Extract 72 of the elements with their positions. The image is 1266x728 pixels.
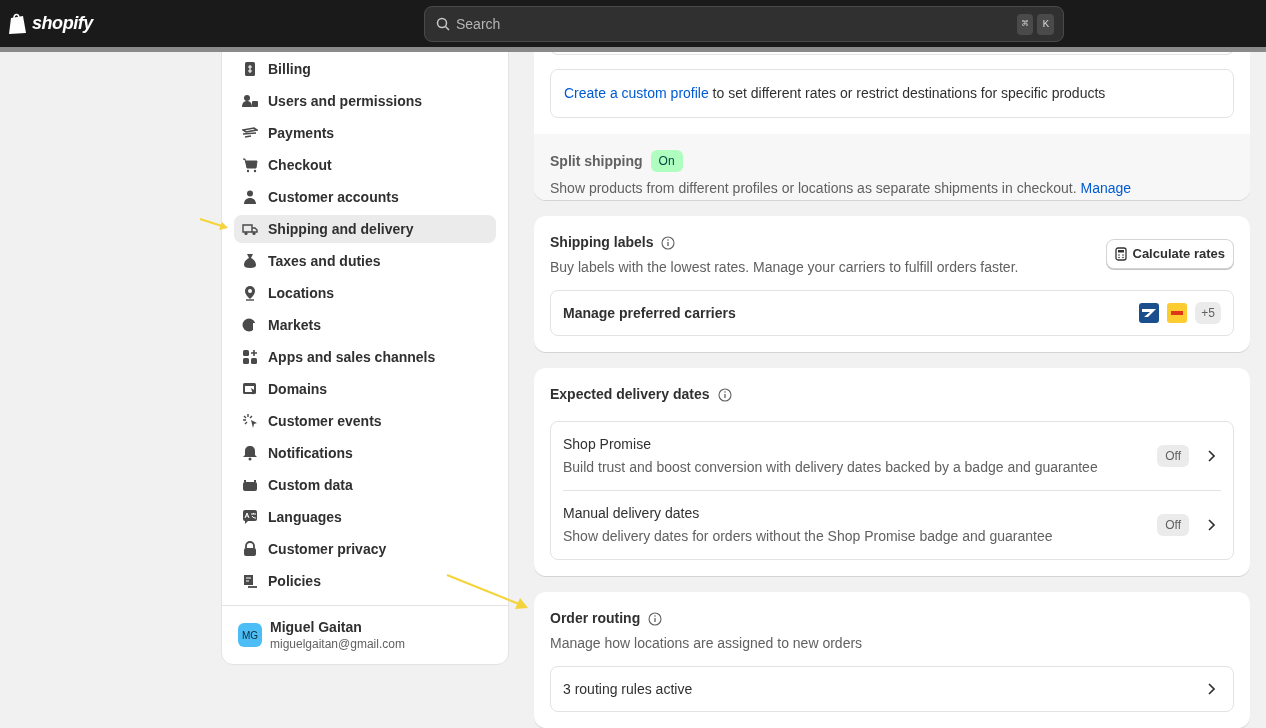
sidebar-item[interactable]: Shipping and delivery <box>234 215 496 243</box>
user-avatar: MG <box>238 623 262 647</box>
section-title: Split shipping <box>550 151 643 171</box>
status-badge: Off <box>1157 514 1189 536</box>
sidebar-item[interactable]: Customer accounts <box>234 183 496 211</box>
money-bag-icon <box>242 253 258 269</box>
person-icon <box>242 189 258 205</box>
status-badge: On <box>650 150 683 172</box>
split-shipping-description: Show products from different profiles or locations as separate shipments in checkout. Manage <box>550 179 1133 198</box>
delivery-option-row[interactable]: Manual delivery dates Show delivery dates for orders without the Shop Promise badge and guarantee Off <box>563 490 1221 559</box>
shortcut-key: K <box>1037 14 1054 35</box>
sidebar-item[interactable]: Customer privacy <box>234 535 496 563</box>
info-icon <box>661 235 676 250</box>
row-title: Manual delivery dates <box>563 504 701 523</box>
carriers-row[interactable]: Manage preferred carriers +5 <box>550 290 1234 336</box>
browser-icon <box>242 381 258 397</box>
sidebar-item[interactable]: Users and permissions <box>234 87 496 115</box>
sidebar-item[interactable]: Notifications <box>234 439 496 467</box>
calculate-rates-button[interactable]: Calculate rates <box>1105 239 1234 269</box>
status-badge: Off <box>1157 445 1189 467</box>
sidebar-item[interactable]: Taxes and duties <box>234 247 496 275</box>
user-name: Miguel Gaitan <box>270 618 363 636</box>
manage-link[interactable]: Manage <box>1080 180 1132 196</box>
sidebar-item[interactable]: Apps and sales channels <box>234 343 496 371</box>
section-title: Order routing <box>550 609 641 628</box>
apps-icon <box>242 349 258 365</box>
row-title: Shop Promise <box>563 435 652 454</box>
row-description: Build trust and boost conversion with delivery dates backed by a badge and guarantee <box>563 458 1098 477</box>
sidebar-item[interactable]: Markets <box>234 311 496 339</box>
create-profile-link[interactable]: Create a custom profile <box>564 85 709 101</box>
info-icon <box>648 611 663 626</box>
translate-icon <box>242 509 258 525</box>
section-description: Manage how locations are assigned to new orders <box>550 634 864 653</box>
bag-logo-icon <box>8 12 28 35</box>
search-icon <box>436 17 450 31</box>
cursor-click-icon <box>242 413 258 429</box>
database-icon <box>242 477 258 493</box>
section-title: Shipping labels <box>550 233 654 252</box>
sidebar-item[interactable]: Domains <box>234 375 496 403</box>
chevron-right-icon <box>1207 450 1215 462</box>
row-label: 3 routing rules active <box>563 679 693 699</box>
row-description: Show delivery dates for orders without the Shop Promise badge and guarantee <box>563 527 1053 546</box>
sidebar-item[interactable]: Billing <box>234 55 496 83</box>
more-count: +5 <box>1195 302 1221 324</box>
sidebar-item[interactable]: Customer events <box>234 407 496 435</box>
custom-profile-text: Create a custom profile to set different rates or restrict destinations for specific products <box>564 84 1107 103</box>
bell-icon <box>242 445 258 461</box>
sidebar-item[interactable]: Checkout <box>234 151 496 179</box>
delivery-option-row[interactable]: Shop Promise Build trust and boost conversion with delivery dates backed by a badge and guarantee Off <box>563 422 1221 490</box>
truck-icon <box>242 221 258 237</box>
chevron-right-icon <box>1207 519 1215 531</box>
document-icon <box>242 573 258 589</box>
sidebar-item[interactable]: Custom data <box>234 471 496 499</box>
lock-icon <box>242 541 258 557</box>
annotation-arrow <box>198 216 230 232</box>
users-icon <box>242 93 258 109</box>
carrier-logo-icon <box>1167 303 1188 323</box>
sidebar-item[interactable]: Policies <box>234 567 496 595</box>
sidebar-item[interactable]: Payments <box>234 119 496 147</box>
info-icon <box>717 387 732 402</box>
sidebar-item[interactable]: Locations <box>234 279 496 307</box>
chevron-right-icon <box>1207 683 1215 695</box>
logo-text: shopify <box>32 12 93 35</box>
map-pin-icon <box>242 285 258 301</box>
row-label: Manage preferred carriers <box>563 303 736 323</box>
user-email: miguelgaitan@gmail.com <box>270 636 405 652</box>
sidebar-item[interactable]: Languages <box>234 503 496 531</box>
section-description: Buy labels with the lowest rates. Manage your carriers to fulfill orders faster. <box>550 258 1019 277</box>
section-title: Expected delivery dates <box>550 385 710 404</box>
calculator-icon <box>1114 246 1127 261</box>
cart-icon <box>242 157 258 173</box>
routing-rules-row[interactable]: 3 routing rules active <box>550 666 1234 712</box>
